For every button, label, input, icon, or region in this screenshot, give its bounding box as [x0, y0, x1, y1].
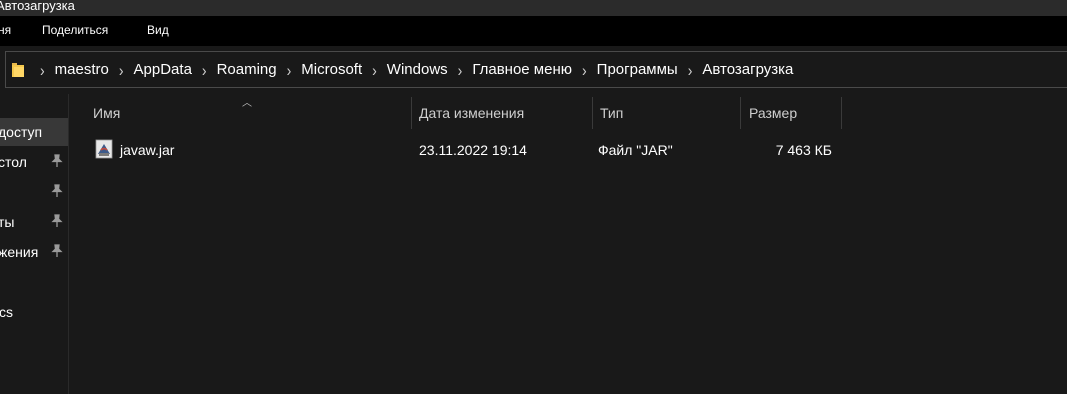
column-header-row: Имя Дата изменения Тип Размер — [70, 97, 1067, 129]
window-title: Автозагрузка — [0, 0, 75, 13]
title-bar: Автозагрузка — [0, 0, 1067, 16]
breadcrumb-programs[interactable]: Программы — [597, 61, 678, 78]
chevron-right-icon[interactable]: › — [202, 60, 207, 79]
folder-icon — [12, 62, 26, 78]
breadcrumb-roaming[interactable]: Roaming — [217, 61, 277, 78]
nav-item-label: жения — [0, 244, 39, 260]
file-list: ︿ Имя Дата изменения Тип Размер javaw.ja… — [70, 94, 1067, 394]
nav-item-pictures[interactable]: жения — [0, 238, 68, 266]
chevron-right-icon[interactable]: › — [458, 60, 463, 79]
file-size: 7 463 КБ — [775, 142, 832, 158]
chevron-right-icon[interactable]: › — [119, 60, 124, 79]
file-date: 23.11.2022 19:14 — [419, 142, 527, 158]
breadcrumb: › maestro › AppData › Roaming › Microsof… — [6, 52, 793, 87]
address-area: › maestro › AppData › Roaming › Microsof… — [0, 46, 1067, 94]
nav-item-cs[interactable]: cs — [0, 298, 68, 326]
ribbon-tabs: ня Поделиться Вид — [0, 16, 1067, 46]
pin-icon — [50, 154, 64, 168]
chevron-right-icon[interactable]: › — [287, 60, 292, 79]
file-type: Файл "JAR" — [598, 142, 673, 158]
chevron-right-icon[interactable]: › — [688, 60, 693, 79]
breadcrumb-maestro[interactable]: maestro — [55, 61, 109, 78]
column-header-type[interactable]: Тип — [600, 97, 740, 129]
address-bar[interactable]: › maestro › AppData › Roaming › Microsof… — [5, 51, 1067, 88]
column-header-name[interactable]: Имя — [93, 97, 411, 129]
nav-item-documents[interactable]: ты — [0, 208, 68, 236]
column-header-date[interactable]: Дата изменения — [419, 97, 591, 129]
nav-item-label: стол — [0, 154, 27, 170]
pin-icon — [50, 244, 64, 258]
java-jar-icon — [94, 138, 114, 160]
chevron-right-icon[interactable]: › — [372, 60, 377, 79]
nav-item-label: cs — [0, 304, 13, 320]
column-divider[interactable] — [592, 97, 593, 129]
file-name: javaw.jar — [120, 142, 175, 158]
chevron-right-icon[interactable]: › — [582, 60, 587, 79]
breadcrumb-appdata[interactable]: AppData — [134, 61, 192, 78]
tab-view[interactable]: Вид — [147, 23, 169, 37]
nav-item-label: доступ — [0, 124, 43, 140]
navigation-pane: доступ стол ты жения cs — [0, 94, 69, 394]
nav-item-desktop[interactable]: стол — [0, 148, 68, 176]
file-row[interactable]: javaw.jar 23.11.2022 19:14 Файл "JAR" 7 … — [70, 136, 1067, 164]
column-divider[interactable] — [411, 97, 412, 129]
nav-item-downloads[interactable] — [0, 178, 68, 206]
chevron-right-icon[interactable]: › — [40, 60, 45, 79]
column-header-size[interactable]: Размер — [749, 97, 841, 129]
nav-item-quick-access[interactable]: доступ — [0, 118, 68, 146]
pin-icon — [50, 214, 64, 228]
breadcrumb-startup[interactable]: Автозагрузка — [702, 61, 793, 78]
pin-icon — [50, 184, 64, 198]
tab-file[interactable]: ня — [0, 23, 11, 37]
column-divider[interactable] — [841, 97, 842, 129]
tab-share[interactable]: Поделиться — [42, 23, 108, 37]
breadcrumb-start-menu[interactable]: Главное меню — [472, 61, 572, 78]
breadcrumb-microsoft[interactable]: Microsoft — [301, 61, 362, 78]
nav-item-label: ты — [0, 214, 15, 230]
breadcrumb-windows[interactable]: Windows — [387, 61, 448, 78]
column-divider[interactable] — [740, 97, 741, 129]
